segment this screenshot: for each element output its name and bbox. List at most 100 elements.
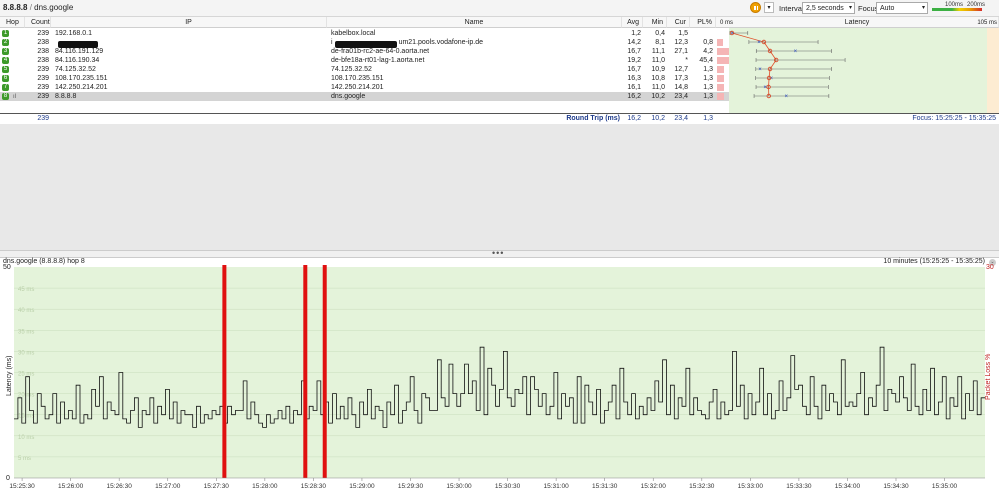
focus-select[interactable]: Auto ▾ — [876, 2, 928, 14]
x-axis-tick-label: 15:31:00 — [543, 483, 569, 490]
cell-min: 10,8 — [651, 75, 665, 82]
hop-row[interactable]: 8 ıl 239 8.8.8.8 dns.google 16,2 10,2 23,4 1,3 — [0, 92, 729, 101]
packet-loss-bar — [303, 265, 308, 478]
latency-avg-line — [731, 32, 777, 97]
hop-number-badge: 2 — [2, 39, 9, 46]
hop-row[interactable]: 3 238 84.116.191.129 de-fra01b-rc2-ae-64-0.… — [0, 47, 729, 56]
latency-current-marker: × — [757, 40, 761, 46]
redaction-ip — [58, 41, 98, 48]
cell-cur: 12,3 — [674, 39, 688, 46]
cell-ip: 192.168.0.1 — [55, 30, 92, 37]
cell-ip: 84.116.191.129 — [55, 48, 104, 55]
cell-cur: 23,4 — [674, 93, 688, 100]
x-axis-tick-label: 15:27:30 — [204, 483, 230, 490]
x-axis-tick-label: 15:29:30 — [398, 483, 424, 490]
cell-pl: 45,4 — [699, 57, 713, 64]
graph-gridline-label: 45 ms — [18, 287, 34, 293]
cell-count: 238 — [37, 48, 49, 55]
cell-pl: 0,8 — [703, 39, 713, 46]
packet-loss-bar — [717, 66, 725, 73]
packet-loss-bar — [717, 93, 725, 100]
x-axis-tick-label: 15:32:30 — [689, 483, 715, 490]
cell-min: 10,9 — [651, 66, 665, 73]
cell-avg: 16,3 — [627, 75, 641, 82]
summary-focus-range: Focus: 15:25:25 - 15:35:25 — [912, 115, 996, 122]
col-latency[interactable]: Latency 0 ms 105 ms — [716, 17, 999, 28]
x-axis-tick-label: 15:33:00 — [738, 483, 764, 490]
graph-gridline-label: 15 ms — [18, 414, 34, 420]
latency-current-marker: × — [758, 67, 762, 73]
latency-current-marker: × — [794, 49, 798, 55]
cell-avg: 14,2 — [627, 39, 641, 46]
chevron-down-icon[interactable]: ▾ — [764, 2, 774, 13]
x-axis-tick-label: 15:29:00 — [349, 483, 375, 490]
cell-count: 239 — [37, 30, 49, 37]
interval-select[interactable]: 2,5 seconds ▾ — [802, 2, 855, 14]
hop-row[interactable]: 6 239 108.170.235.151 108.170.235.151 16,3 10… — [0, 74, 729, 83]
packet-loss-bar — [322, 265, 327, 478]
col-cur[interactable]: Cur — [667, 17, 690, 28]
col-hop[interactable]: Hop — [0, 17, 25, 28]
x-axis-tick-label: 15:28:30 — [301, 483, 327, 490]
cell-cur: 27,1 — [674, 48, 688, 55]
hop-number-badge: 4 — [2, 57, 9, 64]
packet-loss-bar — [717, 48, 729, 55]
cell-cur: * — [685, 57, 688, 64]
col-name[interactable]: Name — [327, 17, 622, 28]
target-title: 8.8.8.8 / dns.google — [3, 3, 73, 12]
cell-name: de-fra01b-rc2-ae-64-0.aorta.net — [331, 48, 430, 55]
hop-row[interactable]: 5 239 74.125.32.52 74.125.32.52 16,7 10,9 12,7… — [0, 65, 729, 74]
col-min[interactable]: Min — [643, 17, 667, 28]
col-pl[interactable]: PL% — [690, 17, 716, 28]
graph-gridline-label: 35 ms — [18, 329, 34, 335]
summary-count: 239 — [37, 115, 49, 122]
col-count[interactable]: Count — [25, 17, 51, 28]
cell-name: 74.125.32.52 — [331, 66, 372, 73]
cell-pl: 1,3 — [703, 75, 713, 82]
hop-row[interactable]: 4 238 84.116.190.34 de-bfe18a-rt01-lag-1.ao… — [0, 56, 729, 65]
x-axis-tick-label: 15:27:00 — [155, 483, 181, 490]
cell-avg: 16,7 — [627, 48, 641, 55]
x-axis-tick-label: 15:31:30 — [592, 483, 618, 490]
target-hostname: dns.google — [34, 3, 74, 12]
cell-min: 10,2 — [651, 93, 665, 100]
packet-loss-bar — [222, 265, 227, 478]
latency-column-overflow — [987, 28, 999, 113]
hop-row[interactable]: 7 239 142.250.214.201 142.250.214.201 16,1 11… — [0, 83, 729, 92]
redaction-hostname — [335, 41, 397, 48]
cell-cur: 14,8 — [674, 84, 688, 91]
cell-count: 239 — [37, 93, 49, 100]
hop-number-badge: 5 — [2, 66, 9, 73]
cell-cur: 17,3 — [674, 75, 688, 82]
x-axis-tick-label: 15:26:00 — [58, 483, 84, 490]
chevron-down-icon: ▾ — [921, 5, 925, 11]
packet-loss-bar — [717, 39, 723, 46]
x-axis-tick-label: 15:32:00 — [641, 483, 667, 490]
cell-avg: 16,2 — [627, 93, 641, 100]
col-avg[interactable]: Avg — [622, 17, 643, 28]
cell-name: 142.250.214.201 — [331, 84, 384, 91]
cell-avg: 1,2 — [631, 30, 641, 37]
cell-ip: 108.170.235.151 — [55, 75, 108, 82]
summary-label: Round Trip (ms) — [566, 115, 620, 122]
x-axis-tick-label: 15:33:30 — [786, 483, 812, 490]
x-axis-tick-label: 15:26:30 — [107, 483, 133, 490]
cell-pl: 1,3 — [703, 66, 713, 73]
x-axis-tick-label: 15:30:30 — [495, 483, 521, 490]
cell-cur: 1,5 — [678, 30, 688, 37]
cell-avg: 19,2 — [627, 57, 641, 64]
cell-count: 239 — [37, 66, 49, 73]
chevron-down-icon: ▾ — [848, 5, 852, 11]
cell-pl: 1,3 — [703, 84, 713, 91]
graph-gridline-label: 5 ms — [18, 456, 31, 462]
col-ip[interactable]: IP — [51, 17, 327, 28]
summary-avg: 16,2 — [627, 115, 641, 122]
hop-row[interactable]: 1 239 192.168.0.1 kabelbox.local 1,2 0,4 1,5 — [0, 29, 729, 38]
pause-icon[interactable] — [750, 2, 761, 13]
packet-loss-bar — [717, 84, 725, 91]
cell-name: dns.google — [331, 93, 366, 100]
x-axis-tick-label: 15:28:00 — [252, 483, 278, 490]
cell-count: 238 — [37, 39, 49, 46]
cell-pl: 4,2 — [703, 48, 713, 55]
cell-min: 11,0 — [651, 57, 665, 64]
